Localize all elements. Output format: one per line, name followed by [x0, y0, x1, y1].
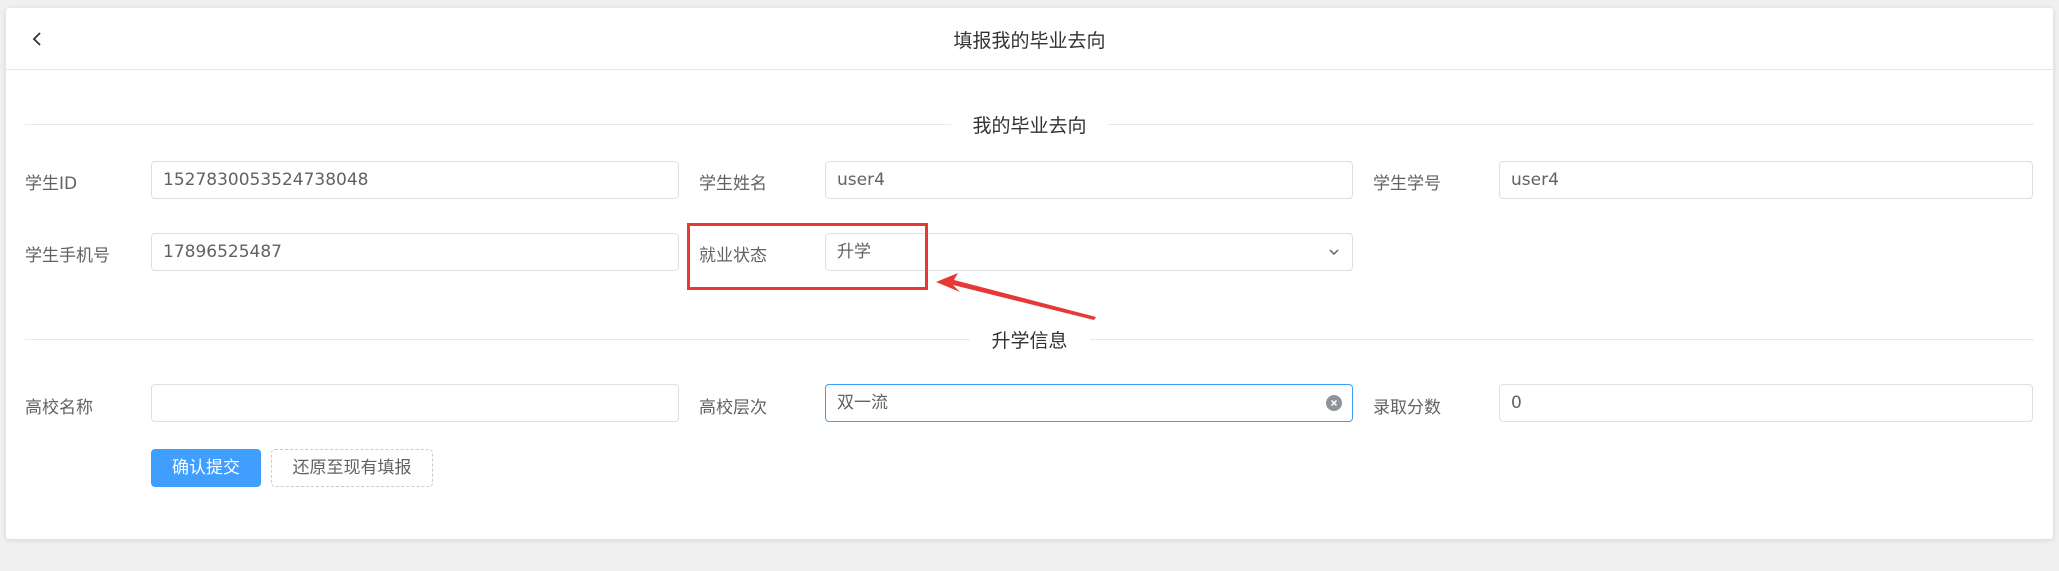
student-id-label: 学生ID: [25, 174, 78, 194]
student-no-label: 学生学号: [1373, 174, 1441, 194]
chevron-down-icon: [1329, 249, 1339, 256]
school-level-select[interactable]: 双一流: [825, 384, 1353, 422]
admission-score-field[interactable]: 0: [1499, 384, 2033, 422]
highlight-box: [687, 223, 928, 290]
clear-icon[interactable]: [1326, 395, 1342, 411]
restore-button[interactable]: 还原至现有填报: [271, 449, 433, 487]
admission-score-label: 录取分数: [1373, 398, 1441, 418]
student-id-field[interactable]: 1527830053524738048: [151, 161, 679, 199]
form-card: 填报我的毕业去向 我的毕业去向 学生ID 1527830053524738048…: [6, 8, 2053, 539]
student-name-label: 学生姓名: [699, 174, 767, 194]
section-divider-main: 我的毕业去向: [25, 111, 2034, 138]
submit-button[interactable]: 确认提交: [151, 449, 261, 487]
annotation-arrow: [936, 273, 1096, 320]
student-phone-field[interactable]: 17896525487: [151, 233, 679, 271]
student-no-field[interactable]: user4: [1499, 161, 2033, 199]
school-name-label: 高校名称: [25, 398, 93, 418]
page-title: 填报我的毕业去向: [953, 30, 1106, 52]
student-name-field[interactable]: user4: [825, 161, 1353, 199]
page-header: 填报我的毕业去向: [6, 8, 2053, 70]
school-level-value: 双一流: [837, 393, 888, 413]
student-phone-label: 学生手机号: [25, 246, 110, 266]
school-level-label: 高校层次: [699, 398, 767, 418]
section-divider-further: 升学信息: [25, 326, 2034, 353]
school-name-field[interactable]: [151, 384, 679, 422]
section-title-further: 升学信息: [969, 326, 1090, 353]
section-title-main: 我的毕业去向: [950, 111, 1109, 138]
